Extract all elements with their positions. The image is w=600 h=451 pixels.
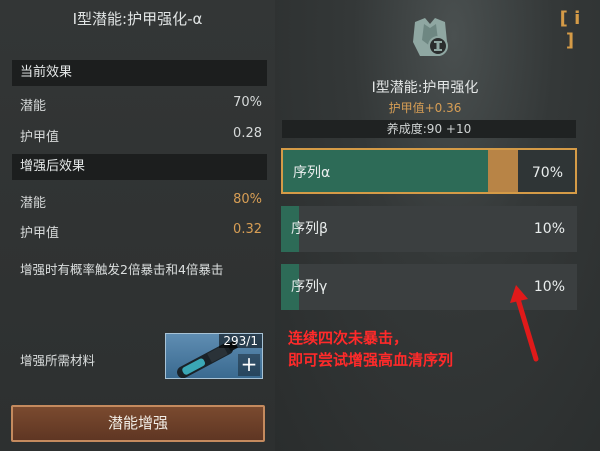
info-button[interactable]: [ i ] bbox=[555, 8, 585, 51]
potential-bonus: 护甲值+0.36 bbox=[388, 101, 462, 115]
after-armor-label: 护甲值 bbox=[20, 226, 60, 241]
after-effect-header: 增强后效果 bbox=[12, 154, 267, 180]
annotation-line-2: 即可尝试增强高血清序列 bbox=[288, 351, 454, 369]
potential-name: Ⅰ型潜能:护甲强化 bbox=[371, 80, 479, 96]
annotation-line-1: 连续四次未暴击， bbox=[288, 329, 409, 347]
sequence-alpha-label: 序列α bbox=[293, 165, 331, 181]
enhance-button[interactable]: 潜能增强 bbox=[11, 405, 265, 442]
current-potential-value: 70% bbox=[233, 95, 262, 110]
add-material-button[interactable]: + bbox=[238, 354, 260, 376]
crit-note: 增强时有概率触发2倍暴击和4倍暴击 bbox=[20, 262, 224, 277]
after-potential-value: 80% bbox=[233, 192, 262, 207]
annotation-arrow-icon bbox=[510, 285, 539, 362]
after-potential-row: 潜能 80% bbox=[20, 192, 262, 211]
panel-title: Ⅰ型潜能:护甲强化-α bbox=[72, 10, 203, 28]
current-effect-header: 当前效果 bbox=[12, 60, 267, 86]
after-potential-label: 潜能 bbox=[20, 196, 47, 211]
material-slot[interactable]: 293/1 + bbox=[165, 333, 263, 379]
after-armor-value: 0.32 bbox=[233, 222, 262, 237]
material-count: 293/1 bbox=[219, 334, 262, 348]
sequence-beta-label: 序列β bbox=[291, 221, 328, 237]
sequence-alpha-cap bbox=[488, 150, 518, 192]
material-label: 增强所需材料 bbox=[20, 353, 96, 368]
sequence-alpha-percent: 70% bbox=[531, 165, 563, 181]
sequence-beta-percent: 10% bbox=[533, 221, 565, 237]
current-potential-label: 潜能 bbox=[20, 99, 47, 114]
sequence-beta[interactable]: 序列β 10% bbox=[281, 206, 577, 252]
current-potential-row: 潜能 70% bbox=[20, 95, 262, 114]
sequence-gamma-label: 序列γ bbox=[291, 279, 328, 295]
growth-level: 养成度:90 +10 bbox=[282, 120, 576, 138]
armor-potential-icon bbox=[413, 18, 448, 56]
sequence-alpha[interactable]: 序列α 70% bbox=[281, 148, 577, 194]
current-armor-label: 护甲值 bbox=[20, 130, 60, 145]
current-armor-value: 0.28 bbox=[233, 126, 262, 141]
annotation-text: 连续四次未暴击， 即可尝试增强高血清序列 bbox=[288, 327, 453, 371]
after-armor-row: 护甲值 0.32 bbox=[20, 222, 262, 241]
current-armor-row: 护甲值 0.28 bbox=[20, 126, 262, 145]
